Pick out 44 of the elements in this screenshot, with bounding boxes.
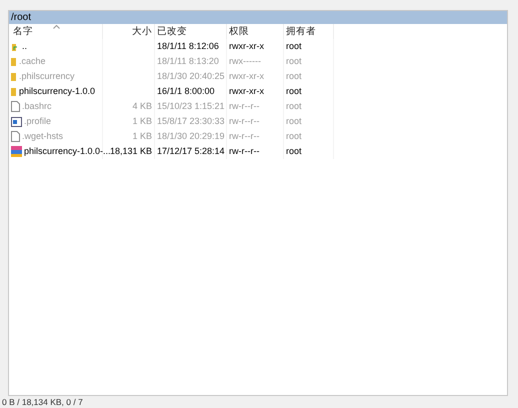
permissions: rw-r--r-- — [229, 100, 260, 113]
permissions: rw-r--r-- — [229, 115, 260, 128]
file-size: 1 KB — [132, 130, 152, 143]
modified-date: 17/12/17 5:28:14 — [157, 145, 225, 158]
column-header[interactable]: 大小 — [103, 24, 155, 39]
owner: root — [286, 145, 302, 158]
permissions: rw-r--r-- — [229, 145, 260, 158]
modified-date: 18/1/11 8:12:06 — [157, 40, 219, 53]
window-file-icon — [11, 116, 22, 126]
owner: root — [286, 55, 302, 68]
file-name[interactable]: .. — [22, 39, 28, 54]
column-header[interactable]: 名字 — [11, 24, 103, 39]
modified-date: 15/8/17 23:30:33 — [157, 115, 225, 128]
file-icon — [11, 131, 20, 142]
modified-date: 15/10/23 1:15:21 — [157, 100, 225, 113]
permissions: rwxr-xr-x — [229, 40, 264, 53]
permissions: rwxr-xr-x — [229, 70, 264, 83]
sort-caret-icon — [53, 25, 60, 29]
status-text: 0 B / 18,134 KB, 0 / 7 — [1, 396, 84, 408]
column-header[interactable]: 拥有者 — [284, 24, 334, 39]
owner: root — [286, 40, 302, 53]
permissions: rwxr-xr-x — [229, 85, 264, 98]
owner: root — [286, 115, 302, 128]
owner: root — [286, 100, 302, 113]
column-header[interactable]: 已改变 — [155, 24, 227, 39]
permissions: rwx------ — [229, 55, 261, 68]
permissions: rw-r--r-- — [229, 130, 260, 143]
archive-icon — [11, 146, 22, 157]
file-size: 4 KB — [132, 100, 152, 113]
owner: root — [286, 85, 302, 98]
file-size: 18,131 KB — [110, 145, 152, 158]
column-header[interactable]: 权限 — [227, 24, 284, 39]
folder-up-icon — [11, 42, 20, 52]
modified-date: 18/1/30 20:40:25 — [157, 70, 225, 83]
path-bar: /root — [9, 11, 507, 24]
owner: root — [286, 130, 302, 143]
owner: root — [286, 70, 302, 83]
modified-date: 18/1/30 20:29:19 — [157, 130, 225, 143]
file-name[interactable]: philscurrency-1.0.0 — [19, 84, 96, 99]
modified-date: 16/1/1 8:00:00 — [157, 85, 215, 98]
file-size: 1 KB — [132, 115, 152, 128]
modified-date: 18/1/11 8:13:20 — [157, 55, 219, 68]
file-icon — [11, 101, 20, 112]
file-name[interactable]: philscurrency-1.0.0-... — [24, 144, 111, 159]
